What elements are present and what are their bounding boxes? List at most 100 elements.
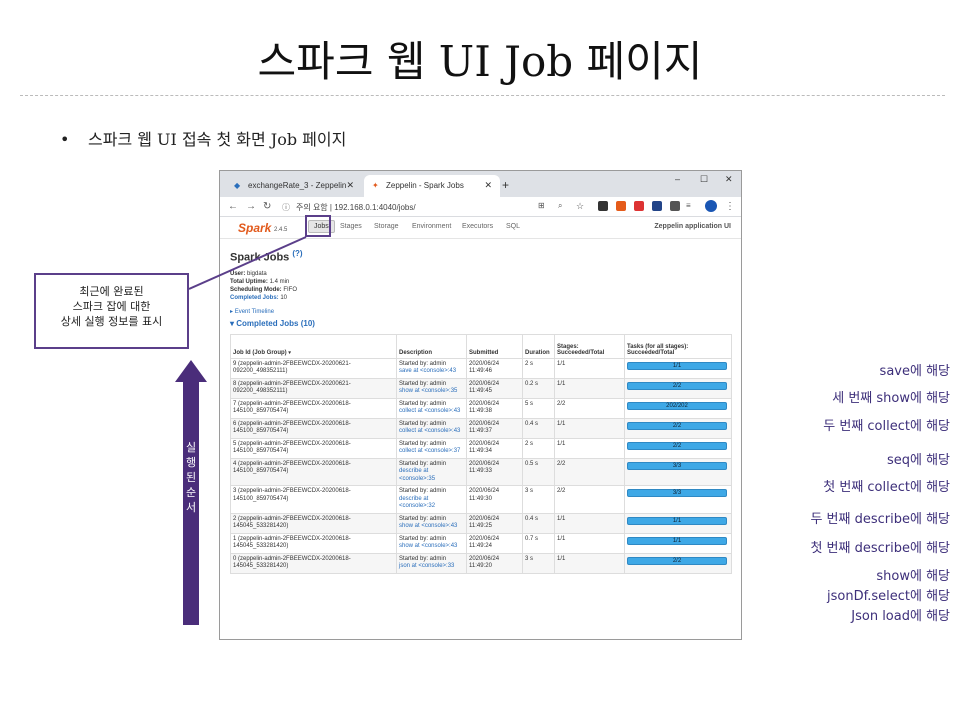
nav-environment[interactable]: Environment [412,223,451,230]
execution-order-label: 실행된순서 [185,441,197,514]
submitted-cell: 2020/06/24 11:49:30 [466,485,523,514]
tasks-cell: 1/1 [624,512,732,534]
playlist-icon[interactable]: ≡ [686,201,691,210]
description-cell: Started by: admin json at <console>:33 [396,552,467,574]
bullet-item: • 스파크 웹 UI 접속 첫 화면 Job 페이지 [60,126,346,150]
job-description-link[interactable]: collect at <console>:43 [399,408,464,416]
col-header-duration[interactable]: Duration [522,333,555,359]
avatar[interactable] [705,200,717,212]
description-cell: Started by: admin show at <console>:35 [396,377,467,399]
reload-icon[interactable]: ↻ [263,201,271,212]
stages-cell: 1/1 [554,417,625,439]
extension-icon[interactable] [634,201,644,211]
nav-executors[interactable]: Executors [462,223,493,230]
task-progress-bar: 1/1 [627,516,727,525]
job-description-link[interactable]: collect at <console>:37 [399,448,464,456]
callout-connector [189,236,307,290]
job-description-link[interactable]: save at <console>:43 [399,368,464,376]
job-id-cell: 3 (zeppelin-admin-2FBEEWCDX-20200618-145… [230,485,397,514]
slide-title: 스파크 웹 UI Job 페이지 [257,37,703,86]
jobs-table: Job Id (Job Group) ▾ Description Submitt… [230,333,732,574]
minimize-icon[interactable]: – [675,174,680,184]
nav-storage[interactable]: Storage [374,223,399,230]
task-progress-bar: 3/3 [627,461,727,470]
submitted-cell: 2020/06/24 11:49:45 [466,377,523,399]
duration-cell: 0.5 s [522,457,555,487]
col-header-submitted[interactable]: Submitted [466,333,523,359]
stages-cell: 1/1 [554,437,625,459]
callout-box: 최근에 완료된 스파크 잡에 대한 상세 실행 정보를 표시 [34,273,189,349]
extension-icon[interactable] [652,201,662,211]
job-description-link[interactable]: json at <console>:33 [399,563,464,571]
extension-icon[interactable] [598,201,608,211]
task-progress-bar: 2/2 [627,421,727,430]
job-description-link[interactable]: collect at <console>:43 [399,428,464,436]
job-description-link[interactable]: show at <console>:43 [399,543,464,551]
tasks-cell: 3/3 [624,485,732,514]
duration-cell: 3 s [522,485,555,514]
task-progress-bar: 1/1 [627,361,727,370]
tasks-cell: 3/3 [624,457,732,487]
back-icon[interactable]: ← [228,201,238,212]
completed-jobs-toggle[interactable]: ▾ Completed Jobs (10) [230,319,731,328]
close-icon[interactable]: ✕ [484,180,492,191]
table-row: 2 (zeppelin-admin-2FBEEWCDX-20200618-145… [230,512,732,534]
security-label: 주의 요함 [296,203,328,212]
menu-icon[interactable]: ⋮ [725,201,735,212]
close-window-icon[interactable]: ✕ [725,174,733,185]
job-description-link[interactable]: describe at <console>:35 [399,468,464,483]
submitted-cell: 2020/06/24 11:49:34 [466,437,523,459]
job-note: show에 해당 [876,569,950,584]
submitted-cell: 2020/06/24 11:49:20 [466,552,523,574]
job-id-cell: 6 (zeppelin-admin-2FBEEWCDX-20200618-145… [230,417,397,439]
table-row: 5 (zeppelin-admin-2FBEEWCDX-20200618-145… [230,437,732,459]
duration-cell: 2 s [522,357,555,379]
table-row: 4 (zeppelin-admin-2FBEEWCDX-20200618-145… [230,457,732,487]
tab-zeppelin[interactable]: ◆ exchangeRate_3 - Zeppelin ✕ [226,175,362,197]
tab-spark-jobs[interactable]: ✦ Zeppelin - Spark Jobs ✕ [364,175,500,197]
job-description-link[interactable]: show at <console>:35 [399,388,464,396]
stages-cell: 1/1 [554,357,625,379]
new-tab-icon[interactable]: + [502,178,509,192]
job-id-cell: 7 (zeppelin-admin-2FBEEWCDX-20200618-145… [230,397,397,419]
puzzle-icon[interactable] [670,201,680,211]
tab-label: Zeppelin - Spark Jobs [386,181,464,190]
translate-icon[interactable]: ⊞ [538,201,545,210]
forward-icon[interactable]: → [246,201,256,212]
description-cell: Started by: admin save at <console>:43 [396,357,467,379]
nav-stages[interactable]: Stages [340,223,362,230]
info-icon[interactable]: ⓘ [282,203,290,212]
maximize-icon[interactable]: ☐ [700,174,708,185]
col-header-tasks[interactable]: Tasks (for all stages): Succeeded/Total [624,333,732,359]
duration-cell: 0.7 s [522,532,555,554]
zoom-icon[interactable]: ⌕ [558,201,562,211]
job-description-link[interactable]: show at <console>:43 [399,523,464,531]
completed-jobs-link[interactable]: Completed Jobs: [230,295,279,301]
table-row: 3 (zeppelin-admin-2FBEEWCDX-20200618-145… [230,485,732,514]
description-cell: Started by: admin describe at <console>:3… [396,457,467,487]
star-icon[interactable]: ☆ [576,201,584,212]
duration-cell: 0.4 s [522,512,555,534]
bullet-text: 스파크 웹 UI 접속 첫 화면 Job 페이지 [88,130,347,149]
extension-icon[interactable] [616,201,626,211]
close-icon[interactable]: ✕ [346,180,354,191]
address-bar[interactable]: ⓘ 주의 요함 | 192.168.0.1:4040/jobs/ [282,202,416,213]
job-id-cell: 8 (zeppelin-admin-2FBEEWCDX-20200621-092… [230,377,397,399]
col-header-description[interactable]: Description [396,333,467,359]
job-id-cell: 1 (zeppelin-admin-2FBEEWCDX-20200618-145… [230,532,397,554]
event-timeline-toggle[interactable]: ▸ Event Timeline [230,308,731,315]
table-row: 6 (zeppelin-admin-2FBEEWCDX-20200618-145… [230,417,732,439]
job-id-cell: 4 (zeppelin-admin-2FBEEWCDX-20200618-145… [230,457,397,487]
job-note: 두 번째 collect에 해당 [823,419,950,434]
stages-cell: 2/2 [554,457,625,487]
task-progress-bar: 202/202 [627,401,727,410]
nav-sql[interactable]: SQL [506,223,520,230]
job-note: jsonDf.select에 해당 [827,589,950,604]
job-note: Json load에 해당 [851,609,950,624]
col-header-jobid[interactable]: Job Id (Job Group) ▾ [230,333,397,359]
stages-cell: 1/1 [554,552,625,574]
description-cell: Started by: admin show at <console>:43 [396,532,467,554]
job-description-link[interactable]: describe at <console>:32 [399,496,464,511]
duration-cell: 2 s [522,437,555,459]
col-header-stages[interactable]: Stages: Succeeded/Total [554,333,625,359]
